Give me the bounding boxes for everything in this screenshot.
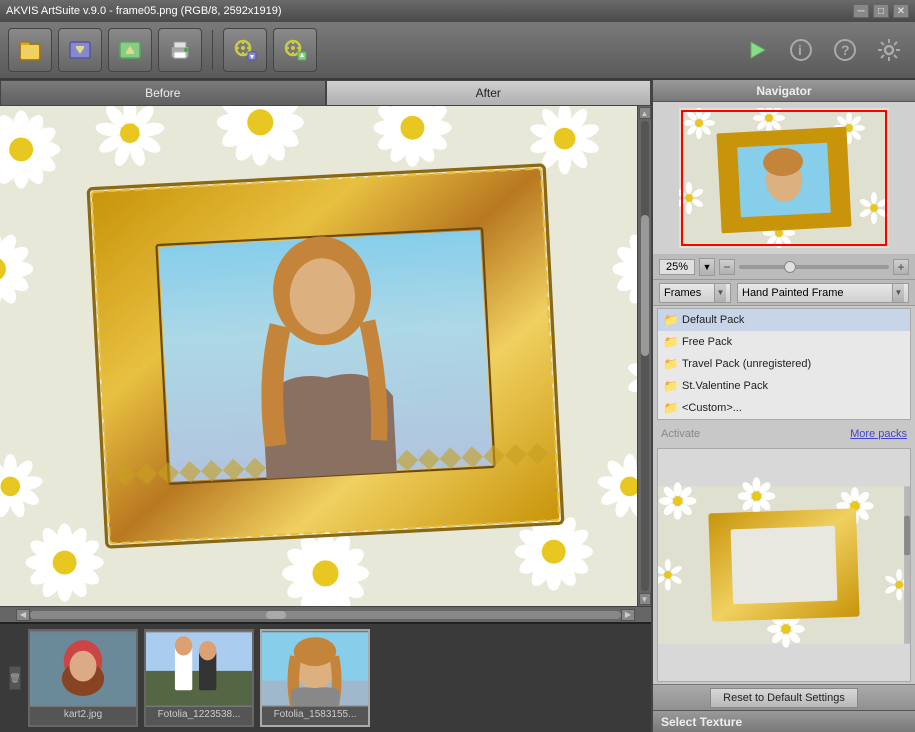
title-bar: AKVIS ArtSuite v.9.0 - frame05.png (RGB/… xyxy=(0,0,915,22)
film-label-2: Fotolia_1223538... xyxy=(146,707,252,722)
zoom-plus-button[interactable]: + xyxy=(893,259,909,275)
scroll-left-button[interactable]: ◀ xyxy=(16,609,30,621)
vertical-scrollbar[interactable]: ▲ ▼ xyxy=(637,106,651,606)
toolbar-separator-1 xyxy=(212,30,213,70)
effect-name-dropdown[interactable]: Hand Painted Frame ▼ xyxy=(737,283,909,303)
pack-item-free[interactable]: 📁 Free Pack xyxy=(658,331,910,353)
right-panel: Navigator xyxy=(651,80,915,732)
reset-settings-button[interactable]: Reset to Default Settings xyxy=(710,688,858,708)
pack-folder-icon-3: 📁 xyxy=(664,357,678,371)
scroll-right-button[interactable]: ▶ xyxy=(621,609,635,621)
canvas-image xyxy=(0,106,651,606)
activate-button: Activate xyxy=(661,428,700,440)
tab-before[interactable]: Before xyxy=(0,80,326,106)
maximize-button[interactable]: □ xyxy=(873,4,889,18)
effect-type-dropdown[interactable]: Frames ▼ xyxy=(659,283,731,303)
play-button[interactable] xyxy=(739,32,775,68)
filmstrip-item-1[interactable]: kart2.jpg xyxy=(28,629,138,727)
film-thumb-3 xyxy=(262,631,368,707)
activate-row: Activate More packs xyxy=(653,422,915,446)
effect-selection-row: Frames ▼ Hand Painted Frame ▼ xyxy=(653,280,915,306)
app-settings-button[interactable] xyxy=(871,32,907,68)
help-button[interactable]: ? xyxy=(827,32,863,68)
toolbar-right: i ? xyxy=(739,32,907,68)
print-button[interactable] xyxy=(158,28,202,72)
filmstrip-item-3[interactable]: Fotolia_1583155... xyxy=(260,629,370,727)
scroll-thumb[interactable] xyxy=(641,215,649,356)
navigator-thumbnail xyxy=(679,108,889,248)
film-thumb-2 xyxy=(146,631,252,707)
zoom-slider[interactable] xyxy=(739,265,889,269)
effect-name-arrow: ▼ xyxy=(892,284,904,302)
canvas-area[interactable]: ▲ ▼ xyxy=(0,106,651,606)
svg-text:i: i xyxy=(798,42,802,58)
zoom-slider-thumb[interactable] xyxy=(784,261,796,273)
pack-folder-icon-4: 📁 xyxy=(664,379,678,393)
minimize-button[interactable]: ─ xyxy=(853,4,869,18)
pack-item-default[interactable]: 📁 Default Pack xyxy=(658,309,910,331)
filmstrip-item-2[interactable]: Fotolia_1223538... xyxy=(144,629,254,727)
scroll-thumb-h[interactable] xyxy=(266,611,286,619)
scroll-up-button[interactable]: ▲ xyxy=(639,107,651,119)
settings-save-button[interactable] xyxy=(273,28,317,72)
zoom-dropdown-button[interactable]: ▼ xyxy=(699,258,715,276)
left-panel: Before After xyxy=(0,80,651,732)
pack-item-custom[interactable]: 📁 <Custom>... xyxy=(658,397,910,419)
bottom-buttons: Reset to Default Settings xyxy=(653,684,915,710)
frame-preview-area xyxy=(657,448,911,682)
settings-load-button[interactable] xyxy=(223,28,267,72)
film-label-3: Fotolia_1583155... xyxy=(262,707,368,722)
close-button[interactable]: ✕ xyxy=(893,4,909,18)
pack-folder-icon-2: 📁 xyxy=(664,335,678,349)
more-packs-link[interactable]: More packs xyxy=(850,428,907,440)
filmstrip-scroll-left[interactable]: 🗑 xyxy=(8,628,22,728)
scroll-down-button[interactable]: ▼ xyxy=(639,593,651,605)
save-out-button[interactable] xyxy=(108,28,152,72)
main-area: Before After xyxy=(0,80,915,732)
scroll-track-h xyxy=(30,611,621,619)
pack-item-travel[interactable]: 📁 Travel Pack (unregistered) xyxy=(658,353,910,375)
toolbar: i ? xyxy=(0,22,915,80)
scroll-track xyxy=(641,121,649,591)
pack-folder-icon-5: 📁 xyxy=(664,401,678,415)
zoom-bar: 25% ▼ − + xyxy=(653,254,915,280)
select-texture-bar: Select Texture xyxy=(653,710,915,732)
horizontal-scrollbar[interactable]: ◀ ▶ xyxy=(0,606,651,622)
frame-preview-svg xyxy=(658,449,910,681)
pack-folder-icon: 📁 xyxy=(664,313,678,327)
navigator-header: Navigator xyxy=(653,80,915,102)
filmstrip: 🗑 kart2.jpg xyxy=(0,622,651,732)
zoom-minus-button[interactable]: − xyxy=(719,259,735,275)
tab-after[interactable]: After xyxy=(326,80,652,106)
navigator-view[interactable] xyxy=(653,102,915,254)
effect-type-arrow: ▼ xyxy=(714,284,726,302)
app-title: AKVIS ArtSuite v.9.0 - frame05.png (RGB/… xyxy=(6,5,282,17)
tabs: Before After xyxy=(0,80,651,106)
film-label-1: kart2.jpg xyxy=(30,707,136,722)
zoom-percent-display: 25% xyxy=(659,259,695,275)
svg-text:?: ? xyxy=(841,42,850,58)
save-in-button[interactable] xyxy=(58,28,102,72)
info-button[interactable]: i xyxy=(783,32,819,68)
open-button[interactable] xyxy=(8,28,52,72)
pack-list: 📁 Default Pack 📁 Free Pack 📁 Travel Pack… xyxy=(657,308,911,420)
film-thumb-1 xyxy=(30,631,136,707)
pack-item-valentine[interactable]: 📁 St.Valentine Pack xyxy=(658,375,910,397)
window-controls[interactable]: ─ □ ✕ xyxy=(853,4,909,18)
